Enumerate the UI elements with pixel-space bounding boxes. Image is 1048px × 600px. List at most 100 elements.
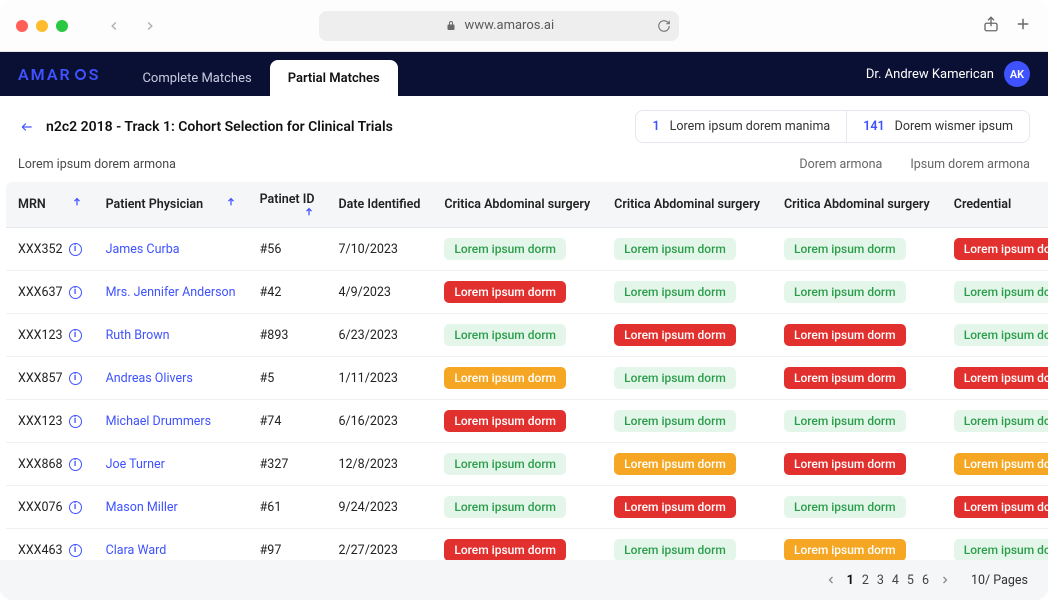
back-button[interactable] <box>100 12 128 40</box>
physician-link[interactable]: Joe Turner <box>106 457 165 472</box>
col-crit2[interactable]: Critica Abdominal surgery <box>602 182 772 228</box>
close-window-button[interactable] <box>16 20 28 32</box>
user-menu[interactable]: Dr. Andrew Kamerican AK <box>866 61 1030 87</box>
page-numbers: 123456 <box>847 573 929 588</box>
mrn-cell: XXX123i <box>18 328 82 343</box>
per-page-label[interactable]: 10/ Pages <box>971 573 1028 588</box>
status-pill: Lorem ipsum dorm <box>784 367 906 389</box>
page-number[interactable]: 4 <box>892 573 899 588</box>
mrn-cell: XXX352i <box>18 242 82 257</box>
filter-label-left: Lorem ipsum dorem armona <box>18 157 176 172</box>
col-mrn[interactable]: MRN <box>6 182 94 228</box>
info-icon[interactable]: i <box>69 286 82 299</box>
physician-link[interactable]: Michael Drummers <box>106 414 212 429</box>
date-cell: 9/24/2023 <box>326 486 432 529</box>
address-bar[interactable]: www.amaros.ai <box>319 11 679 41</box>
table-row[interactable]: XXX076i Mason Miller #61 9/24/2023 Lorem… <box>6 486 1048 529</box>
table-row[interactable]: XXX857i Andreas Olivers #5 1/11/2023 Lor… <box>6 357 1048 400</box>
col-crit1[interactable]: Critica Abdominal surgery <box>432 182 602 228</box>
pagination: 123456 10/ Pages <box>0 560 1048 600</box>
col-date[interactable]: Date Identified <box>326 182 432 228</box>
table-row[interactable]: XXX123i Michael Drummers #74 6/16/2023 L… <box>6 400 1048 443</box>
maximize-window-button[interactable] <box>56 20 68 32</box>
page-number[interactable]: 3 <box>877 573 884 588</box>
table-row[interactable]: XXX463i Clara Ward #97 2/27/2023 Lorem i… <box>6 529 1048 561</box>
forward-button[interactable] <box>136 12 164 40</box>
info-icon[interactable]: i <box>69 372 82 385</box>
date-cell: 6/23/2023 <box>326 314 432 357</box>
mrn-cell: XXX637i <box>18 285 82 300</box>
page-title: n2c2 2018 - Track 1: Cohort Selection fo… <box>46 119 393 135</box>
minimize-window-button[interactable] <box>36 20 48 32</box>
next-page-button[interactable] <box>939 574 951 586</box>
physician-link[interactable]: Clara Ward <box>106 543 167 558</box>
new-tab-icon[interactable] <box>1014 15 1032 37</box>
info-icon[interactable]: i <box>69 415 82 428</box>
physician-link[interactable]: James Curba <box>106 242 180 257</box>
breadcrumb: n2c2 2018 - Track 1: Cohort Selection fo… <box>18 119 393 135</box>
status-pill: Lorem ipsum dorm <box>444 281 566 303</box>
filter-link-2[interactable]: Ipsum dorem armona <box>910 157 1030 172</box>
physician-link[interactable]: Mrs. Jennifer Anderson <box>106 285 236 300</box>
window-controls <box>16 20 68 32</box>
info-icon[interactable]: i <box>69 501 82 514</box>
physician-link[interactable]: Andreas Olivers <box>106 371 193 386</box>
mrn-cell: XXX868i <box>18 457 82 472</box>
share-icon[interactable] <box>982 15 1000 37</box>
tab-partial-matches[interactable]: Partial Matches <box>270 60 398 96</box>
counters: 1 Lorem ipsum dorem manima 141 Dorem wis… <box>635 110 1030 143</box>
page-number[interactable]: 6 <box>922 573 929 588</box>
patient-id-cell: #5 <box>248 357 327 400</box>
logo-o-icon <box>75 69 86 80</box>
status-pill: Lorem ipsum dorm <box>614 410 736 432</box>
table-row[interactable]: XXX637i Mrs. Jennifer Anderson #42 4/9/2… <box>6 271 1048 314</box>
status-pill: Lorem ipsum dorm <box>784 238 906 260</box>
col-physician[interactable]: Patient Physician <box>94 182 248 228</box>
sort-icon <box>72 197 82 207</box>
patient-id-cell: #61 <box>248 486 327 529</box>
status-pill: Lorem ipsum dorm <box>614 238 736 260</box>
counter-1[interactable]: 1 Lorem ipsum dorem manima <box>636 111 846 142</box>
user-name: Dr. Andrew Kamerican <box>866 67 994 82</box>
filter-bar: Lorem ipsum dorem armona Dorem armona Ip… <box>0 157 1048 182</box>
physician-link[interactable]: Ruth Brown <box>106 328 170 343</box>
col-crit3[interactable]: Critica Abdominal surgery <box>772 182 942 228</box>
table-row[interactable]: XXX123i Ruth Brown #893 6/23/2023 Lorem … <box>6 314 1048 357</box>
logo[interactable]: AMARS <box>18 65 100 84</box>
patients-table: MRN Patient Physician Patinet ID Date Id… <box>6 182 1048 560</box>
date-cell: 4/9/2023 <box>326 271 432 314</box>
table-row[interactable]: XXX352i James Curba #56 7/10/2023 Lorem … <box>6 228 1048 271</box>
date-cell: 12/8/2023 <box>326 443 432 486</box>
table-row[interactable]: XXX868i Joe Turner #327 12/8/2023 Lorem … <box>6 443 1048 486</box>
col-patient-id[interactable]: Patinet ID <box>248 182 327 228</box>
page-number[interactable]: 2 <box>862 573 869 588</box>
date-cell: 7/10/2023 <box>326 228 432 271</box>
counter-2[interactable]: 141 Dorem wismer ipsum <box>846 111 1029 142</box>
status-pill: Lorem ipsum dorm <box>784 539 906 560</box>
back-arrow-icon[interactable] <box>18 120 36 134</box>
page-number[interactable]: 5 <box>907 573 914 588</box>
page-number[interactable]: 1 <box>847 573 854 588</box>
status-pill: Lorem ipsum dorm <box>954 367 1048 389</box>
info-icon[interactable]: i <box>69 243 82 256</box>
status-pill: Lorem ipsum dorm <box>614 324 736 346</box>
main-tabs: Complete Matches Partial Matches <box>124 52 397 96</box>
status-pill: Lorem ipsum dorm <box>784 496 906 518</box>
patient-id-cell: #327 <box>248 443 327 486</box>
physician-link[interactable]: Mason Miller <box>106 500 178 515</box>
status-pill: Lorem ipsum dorm <box>444 453 566 475</box>
info-icon[interactable]: i <box>69 329 82 342</box>
browser-chrome: www.amaros.ai <box>0 0 1048 52</box>
tab-complete-matches[interactable]: Complete Matches <box>124 60 269 96</box>
info-icon[interactable]: i <box>69 458 82 471</box>
mrn-cell: XXX123i <box>18 414 82 429</box>
status-pill: Lorem ipsum dorm <box>614 453 736 475</box>
info-icon[interactable]: i <box>69 544 82 557</box>
date-cell: 6/16/2023 <box>326 400 432 443</box>
reload-icon[interactable] <box>657 19 671 33</box>
col-credential[interactable]: Credential <box>942 182 1048 228</box>
prev-page-button[interactable] <box>825 574 837 586</box>
status-pill: Lorem ipsum dorm <box>784 281 906 303</box>
status-pill: Lorem ipsum dorm <box>614 367 736 389</box>
filter-link-1[interactable]: Dorem armona <box>799 157 882 172</box>
